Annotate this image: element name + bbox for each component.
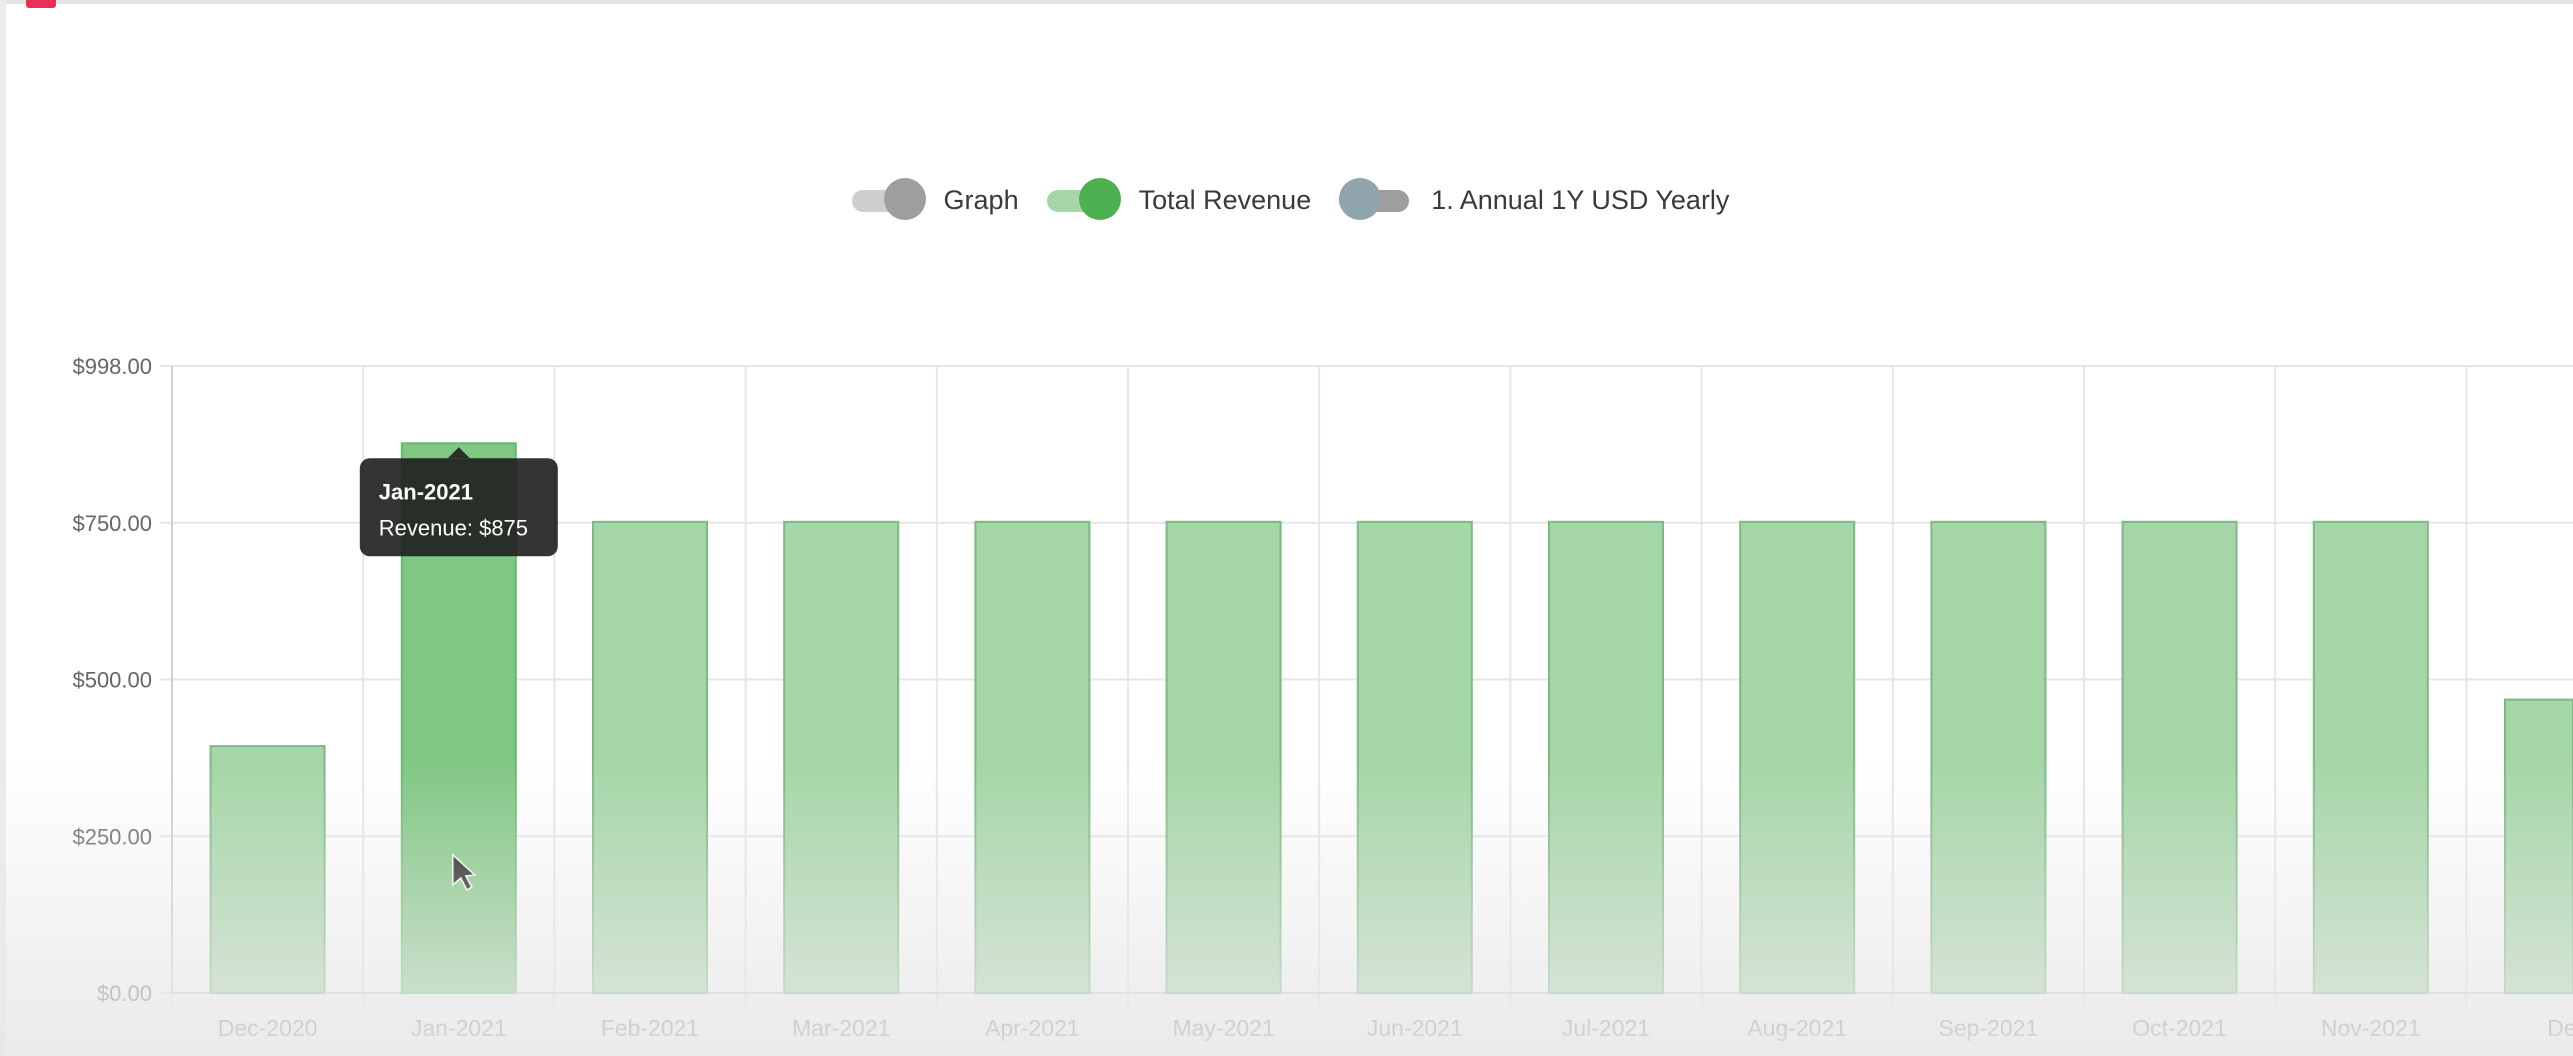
x-tick-label: Mar-2021	[792, 1015, 890, 1041]
bar	[783, 520, 900, 994]
bar	[2121, 520, 2238, 994]
tooltip-title: Jan-2021	[379, 479, 473, 504]
bar	[592, 520, 708, 994]
bar	[2504, 698, 2573, 994]
bar	[1548, 520, 1664, 994]
x-tick-label: Feb-2021	[601, 1015, 699, 1041]
x-tick-label: Apr-2021	[985, 1015, 1080, 1041]
x-tick-label: De	[2547, 1015, 2573, 1041]
x-tick-label: Dec-2020	[218, 1015, 318, 1041]
tooltip-body: Revenue: $875	[379, 515, 528, 540]
bar	[209, 745, 326, 995]
y-tick-label: $250.00	[72, 824, 152, 849]
bar	[1356, 520, 1473, 994]
y-tick-label: $998.00	[72, 354, 152, 379]
revenue-bar-chart: $0.00 $250.00 $500.00 $750.00 $998.00 Dec-202…	[72, 354, 2573, 1041]
y-tick-label: $750.00	[72, 511, 152, 536]
y-tick-label: $500.00	[72, 668, 152, 693]
bar	[1930, 520, 2047, 994]
bar	[2312, 520, 2429, 994]
x-tick-label: May-2021	[1172, 1015, 1274, 1041]
x-tick-label: Jan-2021	[411, 1015, 507, 1041]
x-tick-label: Nov-2021	[2321, 1015, 2421, 1041]
x-tick-label: Jun-2021	[1367, 1015, 1463, 1041]
x-tick-label: Aug-2021	[1747, 1015, 1847, 1041]
x-tick-label: Jul-2021	[1562, 1015, 1650, 1041]
bar	[974, 520, 1091, 994]
y-tick-label: $0.00	[97, 981, 152, 1006]
tooltip-box	[359, 458, 558, 557]
x-tick-label: Sep-2021	[1939, 1015, 2039, 1041]
bar	[1739, 520, 1856, 994]
bar	[1165, 520, 1282, 994]
x-tick-label: Oct-2021	[2132, 1015, 2227, 1041]
